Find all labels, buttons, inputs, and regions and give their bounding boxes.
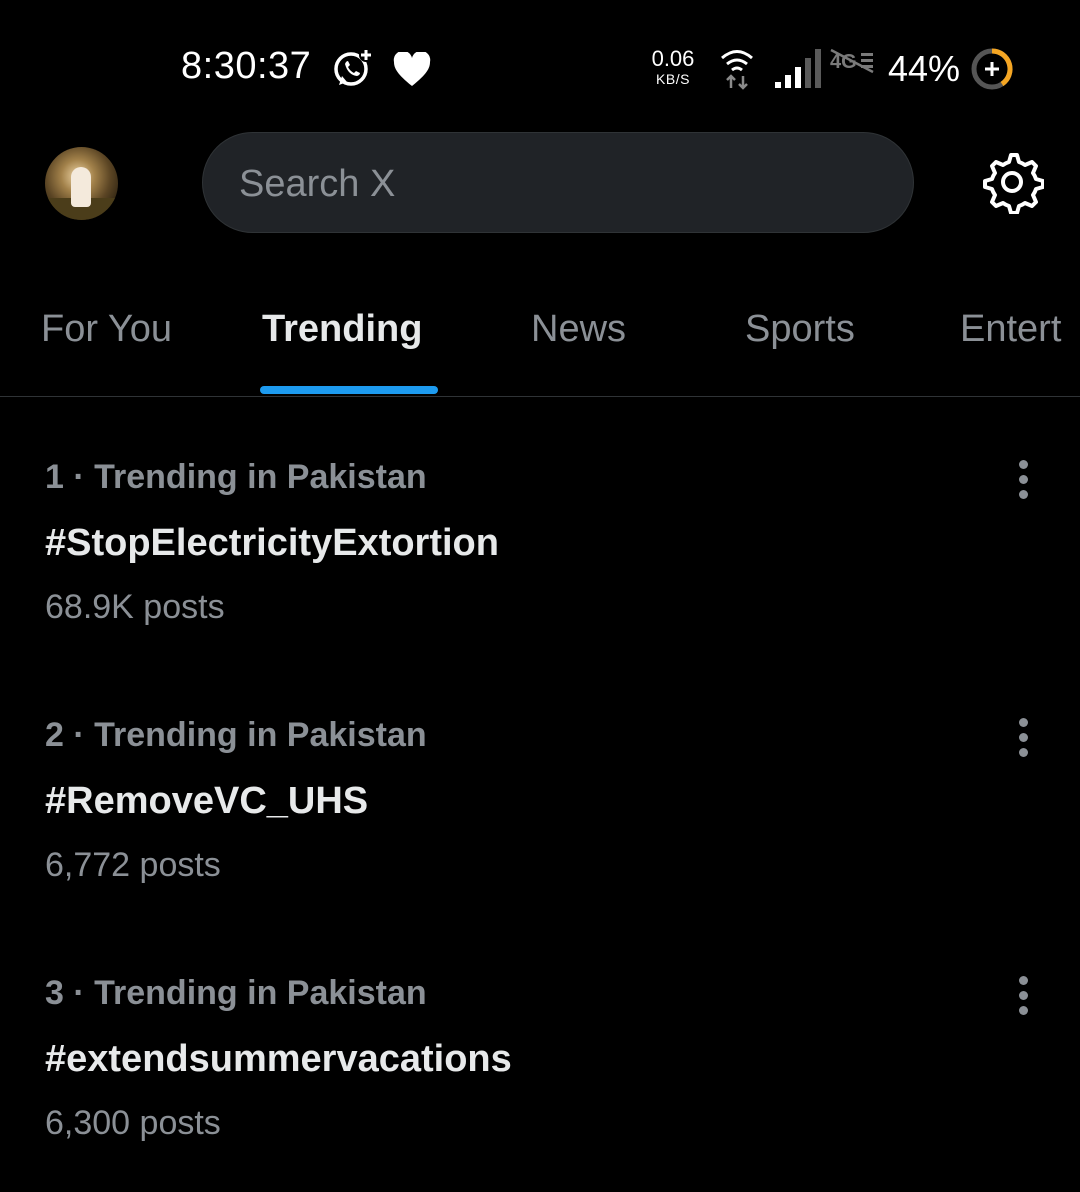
signal-icon xyxy=(775,49,821,88)
active-tab-indicator xyxy=(260,386,438,394)
trend-meta: 2 · Trending in Pakistan xyxy=(45,716,427,754)
avatar[interactable] xyxy=(45,147,118,220)
trend-post-count: 6,772 posts xyxy=(45,846,221,884)
wifi-icon xyxy=(721,50,753,90)
network-speed-unit: KB/S xyxy=(656,71,690,87)
tab-entertainment[interactable]: Entert xyxy=(960,308,1061,351)
tab-sports[interactable]: Sports xyxy=(745,308,855,351)
trend-title[interactable]: #StopElectricityExtortion xyxy=(45,522,499,565)
status-bar: 8:30:37 0.06 KB/S 4G 44% xyxy=(0,0,1080,130)
trend-item[interactable]: 2 · Trending in Pakistan #RemoveVC_UHS 6… xyxy=(0,676,1080,934)
status-time: 8:30:37 xyxy=(181,45,312,87)
divider xyxy=(0,396,1080,397)
whatsapp-icon xyxy=(334,48,373,86)
trend-title[interactable]: #RemoveVC_UHS xyxy=(45,780,368,823)
more-options-icon[interactable] xyxy=(1010,976,1038,1016)
trend-item[interactable]: 1 · Trending in Pakistan #StopElectricit… xyxy=(0,418,1080,676)
trend-item[interactable]: 3 · Trending in Pakistan #extendsummerva… xyxy=(0,934,1080,1192)
network-speed: 0.06 KB/S xyxy=(646,46,700,87)
battery-percent: 44% xyxy=(888,48,961,89)
more-options-icon[interactable] xyxy=(1010,460,1038,500)
heart-icon xyxy=(393,52,431,86)
trend-meta: 3 · Trending in Pakistan xyxy=(45,974,427,1012)
tab-trending[interactable]: Trending xyxy=(262,308,422,351)
tab-for-you[interactable]: For You xyxy=(41,308,172,351)
search-bar[interactable] xyxy=(202,132,914,233)
network-speed-value: 0.06 xyxy=(651,46,695,71)
trend-title[interactable]: #extendsummervacations xyxy=(45,1038,512,1081)
battery-saver-icon xyxy=(971,48,1013,90)
trend-meta: 1 · Trending in Pakistan xyxy=(45,458,427,496)
more-options-icon[interactable] xyxy=(1010,718,1038,758)
tab-bar: For You Trending News Sports Entert xyxy=(0,290,1080,396)
4g-off-icon: 4G xyxy=(830,48,874,74)
avatar-figure xyxy=(71,167,91,207)
trend-post-count: 68.9K posts xyxy=(45,588,225,626)
search-input[interactable] xyxy=(237,153,881,215)
tab-news[interactable]: News xyxy=(531,308,626,351)
gear-icon[interactable] xyxy=(980,150,1044,214)
trend-post-count: 6,300 posts xyxy=(45,1104,221,1142)
